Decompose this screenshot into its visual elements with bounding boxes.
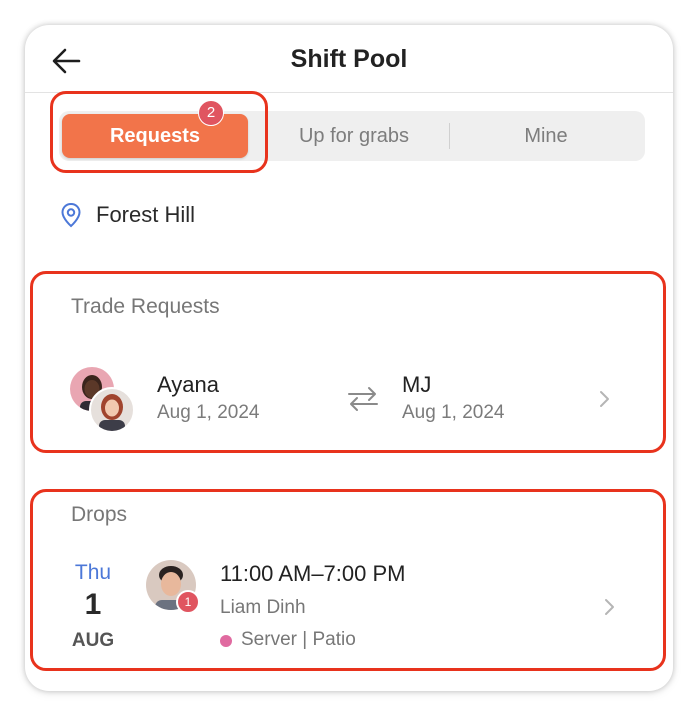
trade-to-date: Aug 1, 2024 bbox=[402, 402, 505, 423]
location-pin-icon bbox=[61, 202, 81, 228]
trade-from-date: Aug 1, 2024 bbox=[157, 402, 260, 423]
drop-month: AUG bbox=[71, 630, 115, 651]
trade-from-name: Ayana bbox=[157, 372, 219, 397]
requests-count-badge: 2 bbox=[198, 100, 224, 126]
segmented-tabs: Requests Up for grabs Mine bbox=[59, 111, 645, 161]
tab-mine[interactable]: Mine bbox=[451, 111, 641, 161]
header: Shift Pool bbox=[25, 25, 673, 93]
drop-time: 11:00 AM–7:00 PM bbox=[220, 561, 406, 586]
tab-up-for-grabs[interactable]: Up for grabs bbox=[259, 111, 449, 161]
drop-day-name: Thu bbox=[74, 561, 112, 584]
location-name: Forest Hill bbox=[96, 202, 196, 227]
role-dot bbox=[220, 635, 232, 647]
drop-day-number: 1 bbox=[84, 588, 102, 621]
page-title: Shift Pool bbox=[290, 45, 408, 73]
drop-worker-name: Liam Dinh bbox=[220, 597, 306, 618]
worker-count-badge: 1 bbox=[176, 590, 200, 614]
chevron-right-icon[interactable] bbox=[601, 597, 617, 617]
drop-role: Server | Patio bbox=[241, 629, 356, 650]
trade-requests-title: Trade Requests bbox=[71, 295, 220, 318]
swap-arrows-icon bbox=[348, 387, 378, 411]
shift-pool-card: Shift Pool Requests Up for grabs Mine 2 … bbox=[25, 25, 673, 691]
tab-divider bbox=[449, 123, 450, 149]
trade-to-name: MJ bbox=[402, 372, 432, 397]
avatar bbox=[89, 387, 135, 433]
chevron-right-icon[interactable] bbox=[596, 389, 612, 409]
drops-title: Drops bbox=[71, 503, 128, 526]
